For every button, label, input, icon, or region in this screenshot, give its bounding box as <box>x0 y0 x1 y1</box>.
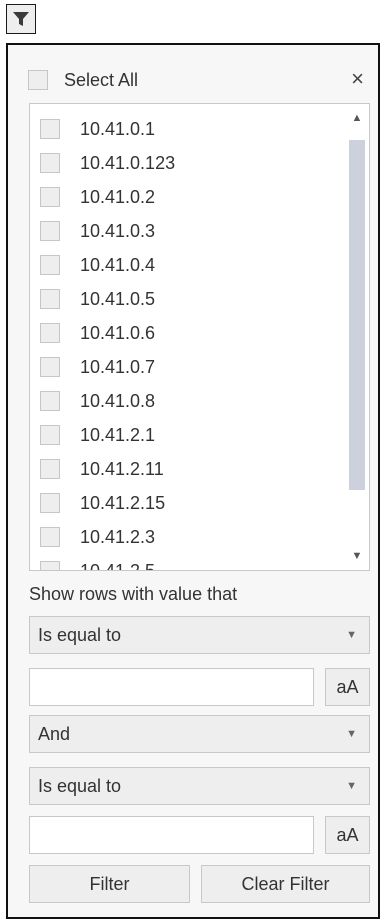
list-item[interactable]: 10.41.2.1 <box>40 418 175 452</box>
close-icon[interactable]: × <box>351 67 364 91</box>
list-item-label: 10.41.2.1 <box>80 424 156 445</box>
select-all-checkbox[interactable] <box>28 70 48 90</box>
list-item-checkbox[interactable] <box>40 255 60 275</box>
list-item[interactable]: 10.41.2.3 <box>40 520 175 554</box>
list-item-label: 10.41.0.4 <box>80 254 156 275</box>
list-item-checkbox[interactable] <box>40 561 60 570</box>
list-item-label: 10.41.2.15 <box>80 492 166 513</box>
funnel-icon <box>13 12 29 26</box>
condition-caption: Show rows with value that <box>29 584 238 604</box>
value-list-items: 10.41.0.1 10.41.0.123 10.41.0.2 10.41.0.3 10… <box>40 112 175 571</box>
filter-popup: Select All × 10.41.0.1 10.41.0.123 10.41.0… <box>6 43 380 919</box>
list-item-label: 10.41.2.5 <box>80 560 156 571</box>
list-item-checkbox[interactable] <box>40 459 60 479</box>
select-all-label: Select All <box>64 69 139 90</box>
list-item[interactable]: 10.41.0.8 <box>40 384 175 418</box>
list-item-label: 10.41.0.5 <box>80 288 156 309</box>
first-value-input[interactable] <box>29 668 314 706</box>
list-item[interactable]: 10.41.2.11 <box>40 452 175 486</box>
select-all-row[interactable]: Select All <box>28 66 138 94</box>
list-item[interactable]: 10.41.0.4 <box>40 248 175 282</box>
list-item-label: 10.41.2.3 <box>80 526 156 547</box>
list-item-label: 10.41.0.3 <box>80 220 156 241</box>
value-list[interactable]: 10.41.0.1 10.41.0.123 10.41.0.2 10.41.0.3 10… <box>29 103 370 571</box>
list-item-checkbox[interactable] <box>40 357 60 377</box>
list-item-checkbox[interactable] <box>40 493 60 513</box>
list-item-label: 10.41.0.123 <box>80 152 176 173</box>
list-item-checkbox[interactable] <box>40 119 60 139</box>
first-operator-select[interactable]: Is equal to ▼ <box>29 616 370 654</box>
second-value-input[interactable] <box>29 816 314 854</box>
scroll-thumb[interactable] <box>349 140 365 490</box>
logic-operator-select[interactable]: And ▼ <box>29 715 370 753</box>
list-item-label: 10.41.2.11 <box>80 458 164 479</box>
second-operator-select[interactable]: Is equal to ▼ <box>29 767 370 805</box>
first-match-case-button[interactable]: aA <box>325 668 370 706</box>
list-item[interactable]: 10.41.0.2 <box>40 180 175 214</box>
list-item[interactable]: 10.41.0.7 <box>40 350 175 384</box>
list-item-checkbox[interactable] <box>40 187 60 207</box>
logic-operator-value: And <box>38 723 71 744</box>
filter-button-apply[interactable]: Filter <box>29 865 190 903</box>
list-item[interactable]: 10.41.0.5 <box>40 282 175 316</box>
chevron-down-icon: ▼ <box>346 728 357 740</box>
vertical-scrollbar[interactable]: ▲ ▼ <box>345 104 369 570</box>
clear-filter-button[interactable]: Clear Filter <box>201 865 370 903</box>
chevron-down-icon: ▼ <box>346 629 357 641</box>
second-match-case-button[interactable]: aA <box>325 816 370 854</box>
second-operator-value: Is equal to <box>38 775 122 796</box>
filter-button[interactable] <box>6 4 36 34</box>
first-operator-value: Is equal to <box>38 624 122 645</box>
list-item-checkbox[interactable] <box>40 527 60 547</box>
scroll-down-icon[interactable]: ▼ <box>345 546 369 566</box>
list-item[interactable]: 10.41.2.5 <box>40 554 175 571</box>
list-item-label: 10.41.0.8 <box>80 390 156 411</box>
list-item-label: 10.41.0.7 <box>80 356 156 377</box>
list-item-checkbox[interactable] <box>40 425 60 445</box>
list-item-checkbox[interactable] <box>40 153 60 173</box>
list-item-checkbox[interactable] <box>40 323 60 343</box>
list-item-checkbox[interactable] <box>40 289 60 309</box>
scroll-up-icon[interactable]: ▲ <box>345 108 369 128</box>
list-item[interactable]: 10.41.0.6 <box>40 316 175 350</box>
list-item-checkbox[interactable] <box>40 221 60 241</box>
list-item[interactable]: 10.41.2.15 <box>40 486 175 520</box>
list-item[interactable]: 10.41.0.1 <box>40 112 175 146</box>
list-item-checkbox[interactable] <box>40 391 60 411</box>
chevron-down-icon: ▼ <box>346 780 357 792</box>
list-item-label: 10.41.0.6 <box>80 322 156 343</box>
list-item-label: 10.41.0.2 <box>80 186 156 207</box>
list-item-label: 10.41.0.1 <box>80 118 156 139</box>
list-item[interactable]: 10.41.0.123 <box>40 146 175 180</box>
list-item[interactable]: 10.41.0.3 <box>40 214 175 248</box>
